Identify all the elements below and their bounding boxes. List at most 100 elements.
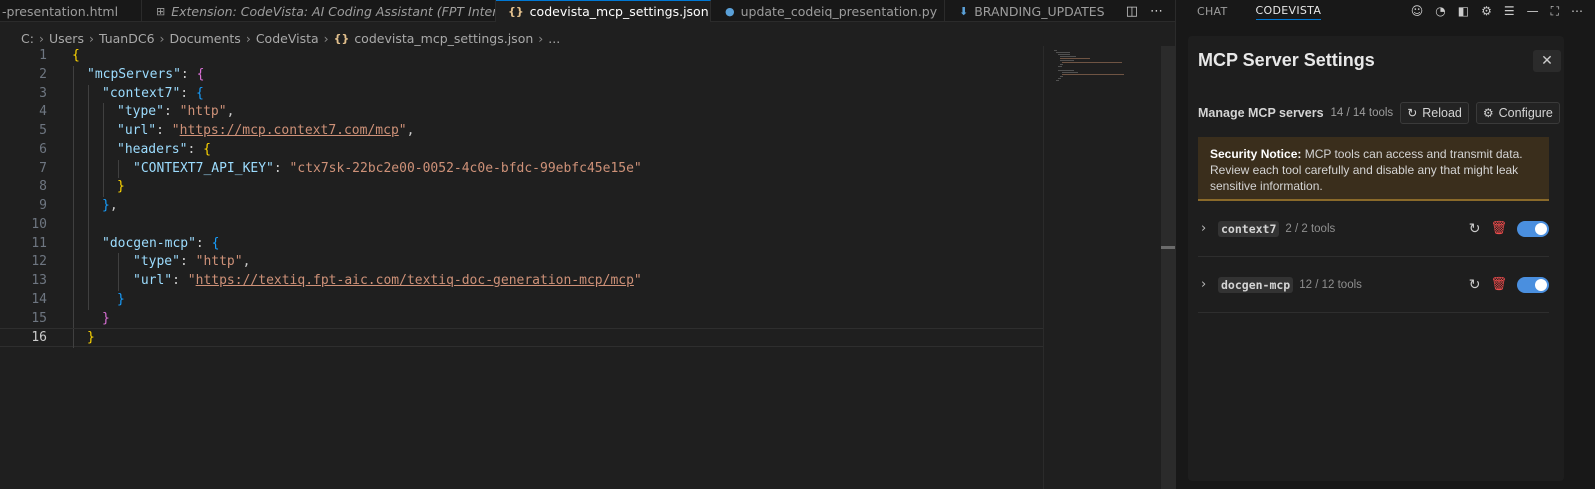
refresh-icon: ↻ xyxy=(1407,106,1418,120)
chevron-right-icon[interactable]: › xyxy=(1198,221,1218,236)
layout-icon[interactable]: ☰ xyxy=(1504,4,1515,18)
json-key: "type" xyxy=(117,104,164,120)
json-string: "http" xyxy=(179,104,227,120)
scrollbar-cursor-marker xyxy=(1161,246,1175,249)
breadcrumb-item[interactable]: ... xyxy=(548,31,560,46)
json-string: "ctx7sk-22bc2e00-0052-4c0e-bfdc-99ebfc45… xyxy=(289,160,642,176)
breadcrumb-item[interactable]: codevista_mcp_settings.json xyxy=(354,31,533,46)
brace: } xyxy=(117,291,125,307)
minimap[interactable] xyxy=(1043,46,1161,489)
tab-presentation-html[interactable]: -presentation.html xyxy=(0,0,142,22)
colon: : xyxy=(180,66,197,82)
fullscreen-icon[interactable]: ⛶ xyxy=(1551,4,1559,19)
extension-icon: ⊞ xyxy=(156,4,166,18)
json-file-icon: {} xyxy=(508,5,524,18)
server-row-docgen-mcp[interactable]: › docgen-mcp 12 / 12 tools ↻ 🗑 xyxy=(1198,257,1549,313)
security-notice: Security Notice: MCP tools can access an… xyxy=(1198,137,1549,201)
server-name: context7 xyxy=(1218,220,1280,237)
robot-icon[interactable]: ☺ xyxy=(1411,4,1424,18)
side-panel: CHAT CODEVISTA ☺ ◔ ◧ ⚙ ☰ — ⛶ ⋯ MCP Serve… xyxy=(1175,0,1595,489)
tab-extension-codevista[interactable]: ⊞ Extension: CodeVista: AI Coding Assist… xyxy=(142,0,496,22)
more-actions-icon[interactable]: ⋯ xyxy=(1571,4,1583,18)
tab-label: update_codeiq_presentation.py xyxy=(740,3,938,19)
manage-label: Manage MCP servers xyxy=(1198,106,1324,120)
comma: , xyxy=(226,104,235,120)
tab-update-codeiq-presentation[interactable]: ● update_codeiq_presentation.py xyxy=(711,0,945,22)
trash-icon[interactable]: 🗑 xyxy=(1490,277,1507,292)
code-line: 12 "type": "http", xyxy=(0,253,1043,272)
code-line: 13 "url": "https://textiq.fpt-aic.com/te… xyxy=(0,272,1043,291)
chevron-right-icon[interactable]: › xyxy=(1198,277,1218,292)
code-line: 10 xyxy=(0,215,1043,235)
json-key: "url" xyxy=(117,123,157,138)
gauge-icon[interactable]: ◔ xyxy=(1435,4,1445,18)
json-key: "docgen-mcp" xyxy=(102,235,196,251)
vertical-scrollbar[interactable] xyxy=(1161,46,1175,489)
more-actions-icon[interactable]: ⋯ xyxy=(1150,4,1163,19)
json-key: "headers" xyxy=(117,141,188,157)
editor-actions: ◫ ⋯ xyxy=(1126,0,1163,22)
line-number: 1 xyxy=(39,48,47,63)
breadcrumb-item[interactable]: Users xyxy=(49,31,84,46)
sidebar-icon[interactable]: ◧ xyxy=(1458,4,1469,18)
chevron-right-icon: › xyxy=(538,30,544,46)
line-number: 3 xyxy=(39,85,47,101)
trash-icon[interactable]: 🗑 xyxy=(1490,221,1507,236)
brace: { xyxy=(195,85,204,101)
brace: } xyxy=(87,330,95,346)
refresh-icon[interactable]: ↻ xyxy=(1469,277,1481,293)
line-number: 11 xyxy=(31,235,47,251)
code-line: 3 "context7": { xyxy=(0,84,1043,104)
code-editor[interactable]: 1 { 2 "mcpServers": { 3 "context7": { 4 … xyxy=(0,47,1043,348)
breadcrumb-item[interactable]: C: xyxy=(21,31,34,46)
refresh-icon[interactable]: ↻ xyxy=(1469,221,1481,237)
breadcrumb-item[interactable]: TuanDC6 xyxy=(99,31,155,46)
tab-label: -presentation.html xyxy=(2,3,119,19)
colon: : xyxy=(179,254,196,270)
server-toggle[interactable] xyxy=(1517,276,1549,293)
tab-chat[interactable]: CHAT xyxy=(1197,5,1228,18)
breadcrumb-item[interactable]: Documents xyxy=(170,31,241,46)
code-line-current: 16 } xyxy=(0,328,1043,348)
gear-icon[interactable]: ⚙ xyxy=(1481,4,1492,18)
server-tool-count: 12 / 12 tools xyxy=(1299,278,1362,291)
brace: { xyxy=(196,66,205,82)
split-editor-icon[interactable]: ◫ xyxy=(1126,4,1138,19)
dialog-title: MCP Server Settings xyxy=(1198,50,1375,70)
comma: , xyxy=(406,123,415,138)
tab-codevista[interactable]: CODEVISTA xyxy=(1255,4,1322,20)
colon: : xyxy=(180,85,196,101)
colon: : xyxy=(172,273,188,288)
server-toggle[interactable] xyxy=(1517,220,1549,237)
minimize-icon[interactable]: — xyxy=(1527,4,1539,18)
brace: } xyxy=(117,179,125,195)
editor-area: -presentation.html ⊞ Extension: CodeVist… xyxy=(0,0,1175,489)
tab-codevista-mcp-settings[interactable]: {} codevista_mcp_settings.json ✕ xyxy=(496,0,711,22)
code-line: 2 "mcpServers": { xyxy=(0,65,1043,85)
code-line: 7 "CONTEXT7_API_KEY": "ctx7sk-22bc2e00-0… xyxy=(0,159,1043,179)
python-file-icon: ● xyxy=(725,4,735,18)
breadcrumb-item[interactable]: CodeVista xyxy=(256,31,319,46)
server-row-context7[interactable]: › context7 2 / 2 tools ↻ 🗑 xyxy=(1198,201,1549,257)
colon: : xyxy=(187,141,204,157)
brace: } xyxy=(102,198,110,213)
server-actions: ↻ 🗑 xyxy=(1469,220,1549,237)
colon: : xyxy=(273,160,290,176)
line-number: 4 xyxy=(39,104,47,120)
tab-branding-updates[interactable]: ⬇ BRANDING_UPDATES xyxy=(945,0,1105,22)
code-line: 11 "docgen-mcp": { xyxy=(0,234,1043,254)
url-link[interactable]: https://textiq.fpt-aic.com/textiq-doc-ge… xyxy=(196,273,634,288)
close-button[interactable]: ✕ xyxy=(1533,50,1561,72)
comma: , xyxy=(242,254,251,270)
reload-button[interactable]: ↻ Reload xyxy=(1400,102,1469,124)
quote: " xyxy=(633,273,642,288)
chevron-right-icon: › xyxy=(38,30,44,46)
url-link[interactable]: https://mcp.context7.com/mcp xyxy=(180,123,399,138)
close-icon: ✕ xyxy=(1541,53,1553,69)
chevron-right-icon: › xyxy=(245,30,251,46)
line-number: 15 xyxy=(31,310,47,326)
tab-label: Extension: CodeVista: AI Coding Assistan… xyxy=(171,3,496,19)
configure-label: Configure xyxy=(1498,106,1553,120)
configure-button[interactable]: ⚙ Configure xyxy=(1475,102,1560,124)
chevron-right-icon: › xyxy=(323,30,329,46)
